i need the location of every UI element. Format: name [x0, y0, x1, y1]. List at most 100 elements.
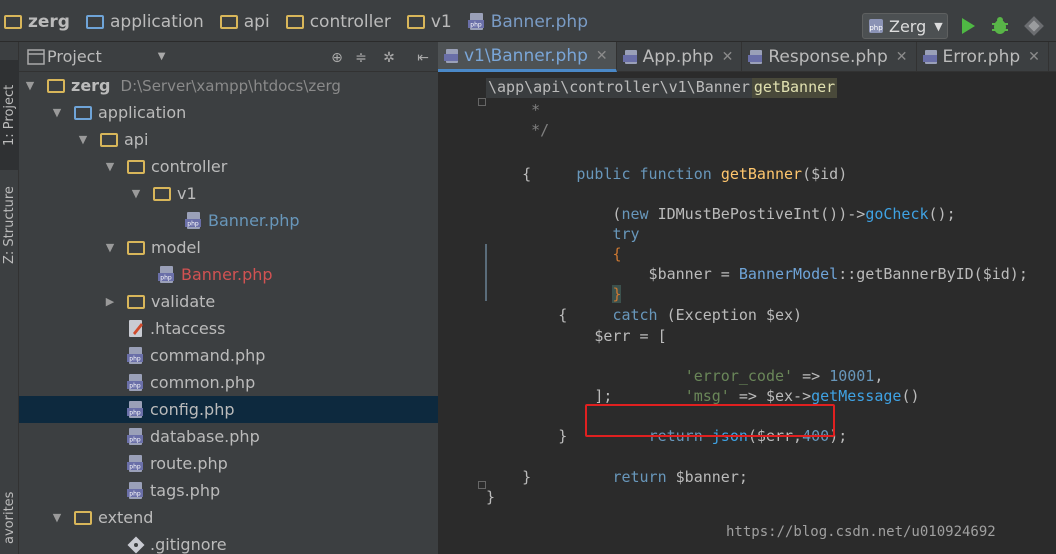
chevron-down-icon[interactable]: ▼ — [158, 51, 166, 62]
tree-item-command-php[interactable]: php command.php — [19, 342, 438, 369]
favorites-tool-button[interactable]: avorites — [0, 482, 19, 554]
php-file-icon: php — [185, 211, 201, 229]
svg-text:php: php — [129, 436, 141, 443]
code-line: (new IDMustBePostiveInt())->goCheck(); — [540, 205, 956, 223]
code-line: * — [486, 101, 541, 119]
project-view-select[interactable]: Project — [47, 47, 102, 66]
tree-item-api[interactable]: ▼ api — [19, 126, 438, 153]
tree-item-route-php[interactable]: php route.php — [19, 450, 438, 477]
code-line: { — [486, 306, 568, 324]
code-line: return $banner; — [612, 468, 748, 486]
expand-toggle-icon[interactable]: ▼ — [103, 241, 117, 254]
php-file-icon — [922, 50, 937, 64]
tree-item-controller-banner-php[interactable]: php Banner.php — [19, 207, 438, 234]
close-icon[interactable]: ✕ — [596, 48, 608, 64]
tree-item-validate[interactable]: ▶ validate — [19, 288, 438, 315]
folder-icon — [47, 78, 65, 93]
breadcrumb-controller[interactable]: controller — [285, 12, 391, 32]
tool-window-stripe: 1: Project Z: Structure avorites — [0, 42, 19, 554]
locate-icon[interactable]: ⊕ — [327, 48, 347, 68]
tree-item-database-php[interactable]: php database.php — [19, 423, 438, 450]
expand-toggle-icon[interactable]: ▼ — [23, 79, 37, 92]
close-icon[interactable]: ✕ — [1028, 49, 1040, 65]
php-file-icon: php — [127, 427, 143, 445]
tree-item-htaccess[interactable]: .htaccess — [19, 315, 438, 342]
annotation-highlight-box — [585, 404, 835, 437]
tree-item-common-php[interactable]: php common.php — [19, 369, 438, 396]
structure-tool-button[interactable]: Z: Structure — [0, 170, 19, 280]
tree-item-v1[interactable]: ▼ v1 — [19, 180, 438, 207]
tab-response-php[interactable]: Response.php ✕ — [742, 42, 917, 72]
project-tool-button[interactable]: 1: Project — [0, 60, 19, 170]
tree-item-model-banner-php[interactable]: php Banner.php — [19, 261, 438, 288]
git-file-icon — [127, 536, 145, 553]
tree-item-controller[interactable]: ▼ controller — [19, 153, 438, 180]
php-file-icon: php — [127, 481, 143, 499]
navigation-bar: zerg application api controller v1 php B… — [0, 0, 1056, 42]
config-file-icon — [129, 319, 143, 337]
run-icon[interactable] — [956, 14, 980, 38]
php-file-icon — [444, 48, 458, 63]
breadcrumb-zerg[interactable]: zerg — [4, 12, 70, 32]
php-file-icon: php — [127, 454, 143, 472]
expand-toggle-icon[interactable]: ▼ — [76, 133, 90, 146]
run-configuration-select[interactable]: php Zerg ▼ — [862, 13, 948, 39]
code-line: try — [612, 225, 640, 243]
code-line: 'msg' => $ex->getMessage() — [684, 387, 920, 405]
php-file-icon: php — [467, 13, 484, 30]
php-file-icon: php — [158, 265, 174, 283]
close-icon[interactable]: ✕ — [896, 49, 908, 65]
coverage-icon[interactable] — [1022, 14, 1046, 38]
folder-icon — [127, 240, 145, 255]
tree-item-gitignore[interactable]: .gitignore — [19, 531, 438, 554]
code-line: public function getBanner($id) — [576, 165, 848, 183]
code-line: } — [486, 468, 532, 486]
svg-text:php: php — [187, 220, 199, 227]
tree-item-zerg[interactable]: ▼ zerg D:\Server\xampp\htdocs\zerg — [19, 72, 438, 99]
folder-icon — [153, 186, 171, 201]
svg-text:php: php — [160, 274, 172, 281]
hide-panel-icon[interactable]: ⇤ — [413, 48, 433, 68]
svg-text:php: php — [129, 463, 141, 470]
code-line: { — [612, 245, 622, 263]
breadcrumb-v1[interactable]: v1 — [406, 12, 452, 32]
code-breadcrumb[interactable]: \app\api\controller\v1\Banner getBanner — [486, 78, 838, 98]
folder-icon — [127, 159, 145, 174]
tree-item-application[interactable]: ▼ application — [19, 99, 438, 126]
folder-icon — [285, 15, 304, 29]
tree-item-config-php[interactable]: php config.php — [19, 396, 438, 423]
breadcrumb: zerg application api controller v1 php B… — [4, 10, 604, 34]
svg-text:php: php — [129, 355, 141, 362]
tree-item-extend[interactable]: ▼ extend — [19, 504, 438, 531]
tree-item-model[interactable]: ▼ model — [19, 234, 438, 261]
expand-toggle-icon[interactable]: ▼ — [103, 160, 117, 173]
editor-gutter[interactable] — [438, 98, 486, 554]
tab-app-php[interactable]: App.php ✕ — [617, 42, 743, 72]
gear-icon[interactable]: ✲ — [379, 48, 399, 68]
fold-marker-icon[interactable] — [478, 98, 486, 106]
project-view-icon — [27, 49, 45, 65]
breadcrumb-application[interactable]: application — [85, 12, 204, 32]
php-file-icon: php — [127, 400, 143, 418]
code-line: ]; — [486, 387, 613, 405]
chevron-down-icon: ▼ — [934, 19, 943, 33]
tab-v1-banner-php[interactable]: v1\Banner.php ✕ — [438, 42, 617, 72]
fold-marker-icon[interactable] — [478, 481, 486, 489]
expand-toggle-icon[interactable]: ▶ — [103, 295, 117, 308]
code-line: */ — [486, 121, 550, 139]
tree-item-tags-php[interactable]: php tags.php — [19, 477, 438, 504]
code-area[interactable]: * */ public function getBanner($id) { (n… — [486, 98, 1056, 554]
svg-text:php: php — [129, 409, 141, 416]
debug-icon[interactable] — [988, 14, 1012, 38]
folder-icon — [127, 294, 145, 309]
close-icon[interactable]: ✕ — [722, 49, 734, 65]
expand-toggle-icon[interactable]: ▼ — [129, 187, 143, 200]
expand-toggle-icon[interactable]: ▼ — [50, 106, 64, 119]
php-file-icon — [748, 50, 763, 64]
collapse-all-icon[interactable]: ≑ — [351, 48, 371, 68]
breadcrumb-api[interactable]: api — [219, 12, 270, 32]
breadcrumb-banner-php[interactable]: php Banner.php — [467, 12, 588, 32]
code-line: } — [486, 488, 496, 506]
tab-error-php[interactable]: Error.php ✕ — [917, 42, 1049, 72]
expand-toggle-icon[interactable]: ▼ — [50, 511, 64, 524]
